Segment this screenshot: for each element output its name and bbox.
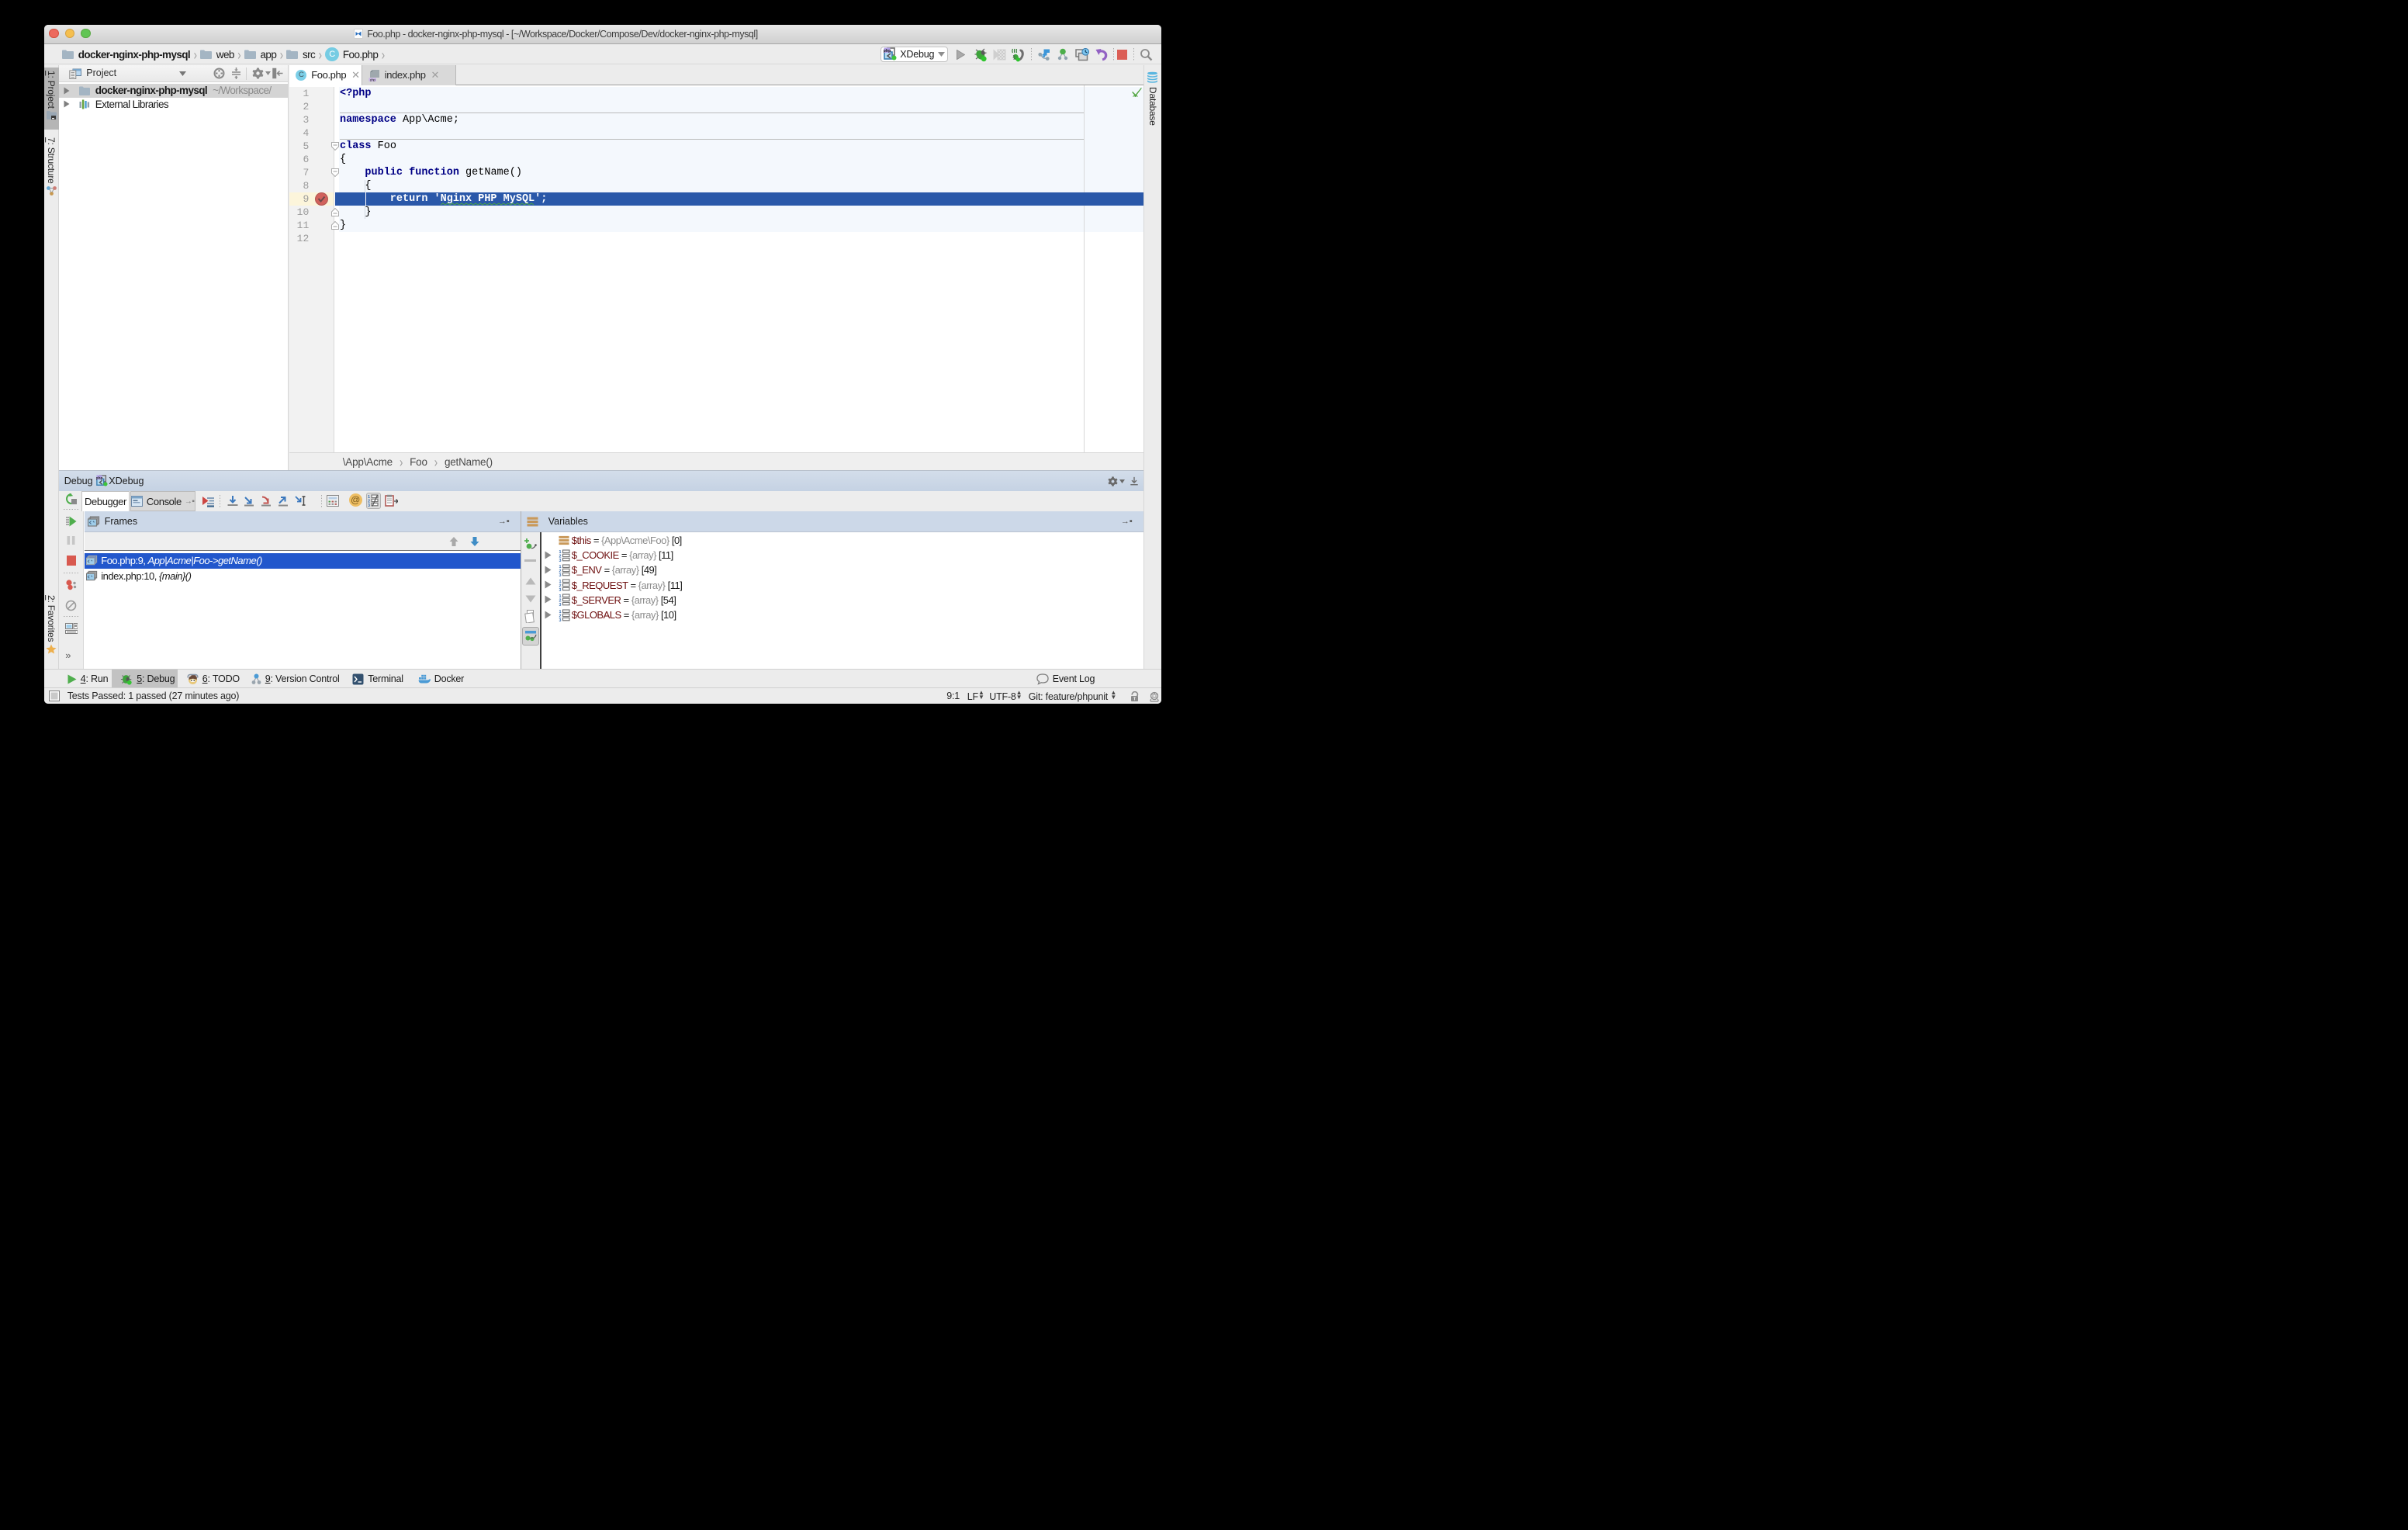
svg-text:3: 3: [559, 618, 561, 621]
svg-text:3: 3: [368, 504, 370, 507]
svg-text:php: php: [96, 476, 102, 481]
svg-text:3: 3: [559, 603, 561, 606]
svg-text:T: T: [1133, 697, 1136, 701]
svg-text:php: php: [370, 78, 375, 81]
svg-text:3: 3: [559, 588, 561, 591]
svg-text:3: 3: [559, 573, 561, 576]
svg-text:php: php: [884, 49, 891, 54]
svg-text:3: 3: [559, 559, 561, 562]
